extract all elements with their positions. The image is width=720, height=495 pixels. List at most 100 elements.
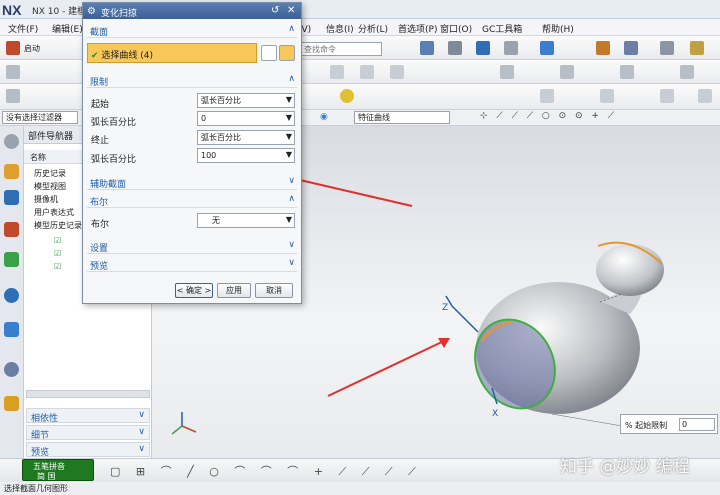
part-navigator-icon[interactable] [4, 164, 19, 179]
chevron-up-icon: ∧ [288, 194, 295, 204]
sketch-section-button[interactable] [261, 45, 277, 61]
navigator-section-details[interactable]: 细节 ∨ [26, 425, 150, 441]
assembly-navigator-icon[interactable] [4, 190, 19, 205]
cancel-button[interactable]: 取消 [255, 283, 293, 298]
view-orient-icon[interactable] [420, 41, 434, 55]
settings-gear-icon[interactable] [4, 134, 19, 149]
menu-window[interactable]: 窗口(O) [440, 22, 472, 35]
roles-icon[interactable] [4, 396, 19, 411]
ime-mode: 简 国 [37, 472, 56, 481]
chevron-down-icon: ∨ [288, 258, 295, 268]
dropdown-arrow-icon: ▼ [285, 150, 292, 159]
gear-icon[interactable]: ⚙ [87, 6, 96, 17]
section-header-boolean[interactable]: 布尔 ∧ [87, 193, 297, 208]
shell-icon[interactable] [620, 65, 634, 79]
svg-text:X: X [492, 409, 498, 419]
chevron-up-icon: ∧ [288, 74, 295, 84]
render-style-icon[interactable] [448, 41, 462, 55]
snap-toolbar-icon[interactable]: ⊹ ⟋ ⟋ ⟋ ○ ⊙ ⊙ + ⟋ [480, 111, 617, 121]
navigator-row[interactable]: 模型视图 [34, 181, 66, 192]
reset-icon[interactable]: ↺ [271, 5, 279, 16]
curve-select-button[interactable] [279, 45, 295, 61]
blend-icon[interactable] [500, 65, 514, 79]
analysis-icon[interactable] [596, 41, 610, 55]
select-curve-row[interactable]: ✔ 选择曲线 (4) [87, 43, 257, 63]
navigator-row[interactable]: 模型历史记录 [34, 220, 82, 231]
dropdown-arrow-icon: ▼ [285, 132, 292, 141]
surface-icon[interactable] [660, 89, 674, 103]
menu-edit[interactable]: 编辑(E) [52, 22, 83, 35]
feature-icon[interactable] [330, 65, 344, 79]
display-icon[interactable] [660, 41, 674, 55]
navigator-section-dependencies[interactable]: 相依性 ∨ [26, 408, 150, 424]
menu-file[interactable]: 文件(F) [8, 22, 38, 35]
menu-preferences[interactable]: 首选项(P) [398, 22, 437, 35]
selection-filter-select[interactable]: 没有选择过滤器 [2, 111, 78, 124]
navigator-row[interactable]: 历史记录 [34, 168, 66, 179]
start-limit-panel: % 起始限制 0 [620, 414, 718, 434]
navigator-scrollbar[interactable] [26, 390, 150, 398]
check-icon: ✔ [91, 51, 99, 61]
boolean-select[interactable]: 无 ▼ [197, 213, 295, 228]
app-title: NX 10 - 建模 [32, 7, 87, 17]
section-header-aux[interactable]: 辅助截面 ∨ [87, 175, 297, 190]
ok-button[interactable]: < 确定 > [175, 283, 213, 298]
start-icon[interactable] [6, 41, 20, 55]
feature-checkbox-icon[interactable]: ☑ ☑ ☑ [54, 234, 61, 273]
end-pct-input[interactable]: 100 ▼ [197, 148, 295, 163]
start-limit-label: % 起始限制 [625, 421, 668, 430]
start-pct-input[interactable]: 0 ▼ [197, 111, 295, 126]
snap-point-icon[interactable]: ◉ [320, 112, 328, 122]
section-header-preview[interactable]: 预览 ∨ [87, 257, 297, 272]
dropdown-arrow-icon: ▼ [285, 215, 292, 224]
pattern-icon[interactable] [680, 65, 694, 79]
command-search-input[interactable] [300, 42, 382, 56]
curve-rule-select[interactable]: 特征曲线 [354, 111, 450, 124]
more-icon[interactable] [698, 89, 712, 103]
mesh-icon[interactable] [600, 89, 614, 103]
ime-toolbar[interactable]: 五笔拼音 简 国 [22, 459, 94, 481]
chevron-down-icon: ∨ [138, 410, 145, 420]
start-label[interactable]: 启动 [24, 43, 40, 54]
navigator-row[interactable]: 用户表达式 [34, 207, 74, 218]
end-type-select[interactable]: 弧长百分比 ▼ [197, 130, 295, 145]
menu-info[interactable]: 信息(I) [326, 22, 354, 35]
chevron-up-icon: ∧ [288, 24, 295, 34]
boolean-label: 布尔 [91, 220, 110, 230]
start-label: 起始 [91, 100, 110, 110]
start-pct-label: 弧长百分比 [91, 118, 137, 128]
chevron-down-icon: ∨ [288, 240, 295, 250]
navigator-row[interactable]: 摄像机 [34, 194, 58, 205]
background-icon[interactable] [504, 41, 518, 55]
revolve-icon[interactable] [390, 65, 404, 79]
menu-help[interactable]: 帮助(H) [542, 22, 574, 35]
chamfer-icon[interactable] [560, 65, 574, 79]
start-limit-input[interactable]: 0 [679, 418, 715, 431]
menu-analysis[interactable]: 分析(L) [358, 22, 388, 35]
svg-text:Z: Z [442, 303, 448, 313]
close-icon[interactable]: ✕ [287, 5, 295, 16]
section-header-section[interactable]: 截面 ∧ [87, 23, 297, 38]
constraint-navigator-icon[interactable] [4, 222, 19, 237]
sketch-icon[interactable] [6, 65, 20, 79]
layer-icon[interactable] [540, 41, 554, 55]
cube-icon[interactable] [476, 41, 490, 55]
snap-icon[interactable] [690, 41, 704, 55]
sphere-icon[interactable] [340, 89, 354, 103]
variational-sweep-dialog: 变化扫掠 ⚙ ↺ ✕ 截面 ∧ ✔ 选择曲线 (4) 限制 ∧ 起始 弧长百分比 ▼ … [82, 2, 302, 304]
apply-button[interactable]: 应用 [217, 283, 251, 298]
triangle-icon[interactable] [540, 89, 554, 103]
section-header-limits[interactable]: 限制 ∧ [87, 73, 297, 88]
history-icon[interactable] [4, 322, 19, 337]
section-view-icon[interactable] [624, 41, 638, 55]
navigator-section-preview[interactable]: 预览 ∨ [26, 442, 150, 458]
extrude-icon[interactable] [360, 65, 374, 79]
section-header-settings[interactable]: 设置 ∨ [87, 239, 297, 254]
start-type-select[interactable]: 弧长百分比 ▼ [197, 93, 295, 108]
menu-gc-toolbox[interactable]: GC工具箱 [482, 22, 522, 35]
reuse-library-icon[interactable] [4, 252, 19, 267]
clock-icon[interactable] [4, 362, 19, 377]
sketch-tools-icon[interactable]: ▢ ⊞ ⌒ ╱ ○ ⌒ ⌒ ⌒ + ⟋ ⟋ ⟋ ⟋ [110, 463, 422, 479]
curve-icon[interactable] [6, 89, 20, 103]
web-browser-icon[interactable] [4, 288, 19, 303]
